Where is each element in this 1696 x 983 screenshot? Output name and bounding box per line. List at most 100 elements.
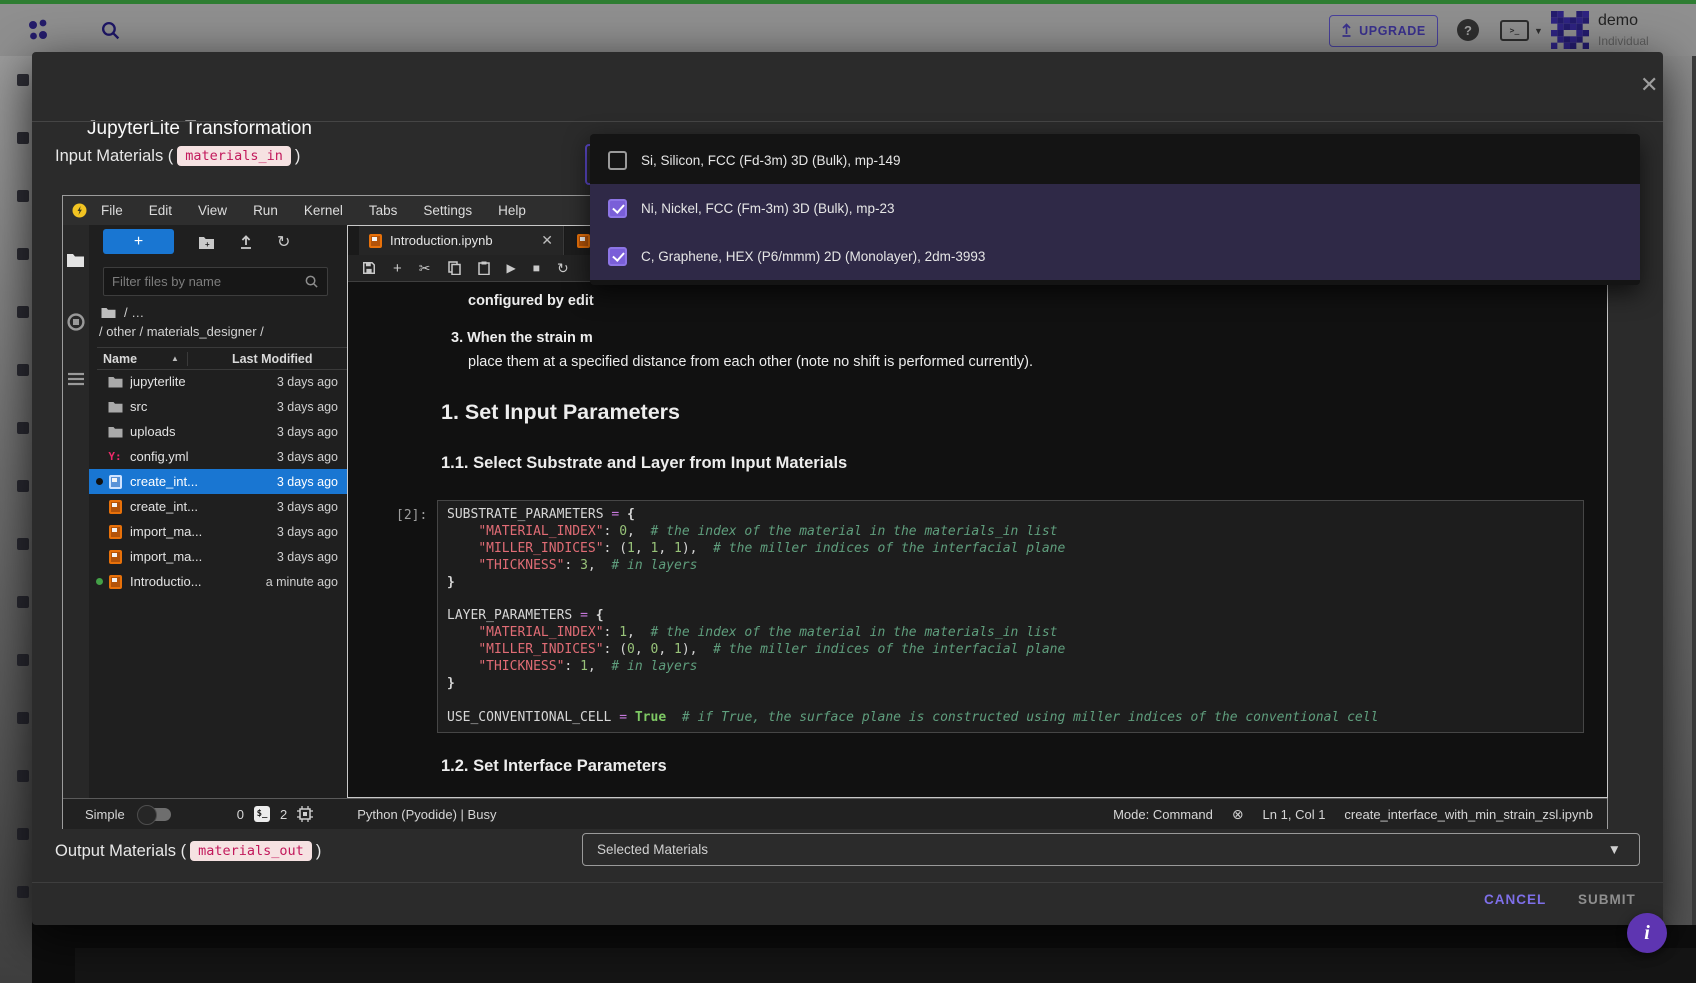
sidebar-app-icon[interactable] bbox=[17, 538, 29, 550]
filter-files-input[interactable]: Filter files by name bbox=[103, 267, 328, 296]
info-fab[interactable]: i bbox=[1627, 913, 1667, 953]
kernel-status[interactable]: Python (Pyodide) | Busy bbox=[357, 807, 496, 822]
file-modified: 3 days ago bbox=[277, 400, 338, 414]
notebook-icon bbox=[107, 475, 123, 489]
file-browser: + + ↻ Filter files by name / … bbox=[89, 225, 347, 798]
upload-icon[interactable] bbox=[239, 234, 253, 249]
search-icon[interactable] bbox=[100, 20, 121, 46]
menu-kernel[interactable]: Kernel bbox=[304, 203, 343, 218]
file-browser-tab-icon[interactable] bbox=[66, 252, 85, 273]
new-launcher-button[interactable]: + bbox=[103, 229, 174, 254]
sidebar-app-icon[interactable] bbox=[17, 132, 29, 144]
submit-button[interactable]: SUBMIT bbox=[1578, 892, 1636, 907]
breadcrumb[interactable]: / … bbox=[101, 305, 144, 320]
running-kernels-tab-icon[interactable] bbox=[67, 313, 85, 336]
checkbox-checked-icon[interactable] bbox=[608, 247, 627, 266]
file-name: create_int... bbox=[130, 474, 277, 489]
new-folder-icon[interactable]: + bbox=[198, 235, 215, 249]
sidebar-app-icon[interactable] bbox=[17, 654, 29, 666]
cut-icon[interactable]: ✂ bbox=[419, 260, 431, 277]
close-tab-icon[interactable]: ✕ bbox=[541, 232, 553, 249]
sidebar-app-icon[interactable] bbox=[17, 422, 29, 434]
menu-tabs[interactable]: Tabs bbox=[369, 203, 398, 218]
sidebar-app-icon[interactable] bbox=[17, 190, 29, 202]
column-name[interactable]: Name bbox=[103, 352, 137, 366]
simple-mode-label: Simple bbox=[85, 807, 125, 822]
sidebar-app-icon[interactable] bbox=[17, 306, 29, 318]
mat3ra-logo-icon[interactable] bbox=[26, 16, 50, 51]
menu-help[interactable]: Help bbox=[498, 203, 526, 218]
simple-mode-toggle[interactable] bbox=[139, 808, 171, 821]
menu-view[interactable]: View bbox=[198, 203, 227, 218]
file-row-import-ma-[interactable]: import_ma...3 days ago bbox=[89, 544, 347, 569]
checkbox-icon[interactable] bbox=[608, 151, 627, 170]
sidebar-app-icon[interactable] bbox=[17, 828, 29, 840]
file-row-create-int-[interactable]: create_int...3 days ago bbox=[89, 469, 347, 494]
trust-shield-icon: ⊗ bbox=[1232, 806, 1244, 823]
sidebar-app-icon[interactable] bbox=[17, 74, 29, 86]
table-of-contents-tab-icon[interactable] bbox=[67, 372, 85, 391]
sidebar-app-icon[interactable] bbox=[17, 364, 29, 376]
file-modified: 3 days ago bbox=[277, 450, 338, 464]
cancel-button[interactable]: CANCEL bbox=[1484, 892, 1546, 907]
save-icon[interactable] bbox=[362, 261, 376, 275]
file-list-header[interactable]: Name ▲ Last Modified bbox=[97, 347, 347, 370]
help-icon[interactable]: ? bbox=[1457, 19, 1479, 41]
close-icon[interactable]: ✕ bbox=[1640, 74, 1658, 96]
file-name: uploads bbox=[130, 424, 277, 439]
sidebar-app-icon[interactable] bbox=[17, 886, 29, 898]
file-modified: 3 days ago bbox=[277, 525, 338, 539]
sidebar-app-icon[interactable] bbox=[17, 770, 29, 782]
file-modified: a minute ago bbox=[266, 575, 338, 589]
sidebar-app-icon[interactable] bbox=[17, 480, 29, 492]
material-option[interactable]: Ni, Nickel, FCC (Fm-3m) 3D (Bulk), mp-23 bbox=[590, 184, 1640, 232]
notebook-content[interactable]: configured by edit 3. When the strain m … bbox=[348, 282, 1607, 797]
menu-settings[interactable]: Settings bbox=[423, 203, 472, 218]
output-materials-select[interactable]: Selected Materials ▼ bbox=[582, 833, 1640, 866]
copy-icon[interactable] bbox=[448, 261, 461, 275]
avatar[interactable] bbox=[1551, 11, 1589, 54]
cursor-position[interactable]: Ln 1, Col 1 bbox=[1263, 807, 1326, 822]
code-cell[interactable]: SUBSTRATE_PARAMETERS = { "MATERIAL_INDEX… bbox=[437, 500, 1584, 733]
app-right-edge bbox=[1663, 56, 1696, 925]
file-row-config-yml[interactable]: Y: config.yml3 days ago bbox=[89, 444, 347, 469]
svg-text:+: + bbox=[205, 240, 210, 249]
refresh-icon[interactable]: ↻ bbox=[557, 260, 569, 277]
file-row-src[interactable]: src3 days ago bbox=[89, 394, 347, 419]
file-row-uploads[interactable]: uploads3 days ago bbox=[89, 419, 347, 444]
breadcrumb-path[interactable]: / other / materials_designer / bbox=[99, 324, 264, 339]
yml-icon: Y: bbox=[107, 450, 123, 463]
file-name: import_ma... bbox=[130, 524, 277, 539]
tab-label: Introduction.ipynb bbox=[390, 233, 533, 248]
lightbulb-icon[interactable] bbox=[72, 203, 87, 218]
run-icon[interactable]: ▶ bbox=[507, 261, 516, 275]
material-option[interactable]: C, Graphene, HEX (P6/mmm) 2D (Monolayer)… bbox=[590, 232, 1640, 280]
file-modified: 3 days ago bbox=[277, 500, 338, 514]
file-row-import-ma-[interactable]: import_ma...3 days ago bbox=[89, 519, 347, 544]
sidebar-app-icon[interactable] bbox=[17, 712, 29, 724]
divider bbox=[32, 882, 1663, 883]
checkbox-checked-icon[interactable] bbox=[608, 199, 627, 218]
upgrade-button[interactable]: UPGRADE bbox=[1329, 15, 1438, 47]
material-option[interactable]: Si, Silicon, FCC (Fd-3m) 3D (Bulk), mp-1… bbox=[590, 136, 1640, 184]
stop-icon[interactable]: ■ bbox=[533, 261, 540, 275]
console-menu-button[interactable]: >_ ▼ bbox=[1500, 20, 1543, 41]
menu-run[interactable]: Run bbox=[253, 203, 278, 218]
file-row-jupyterlite[interactable]: jupyterlite3 days ago bbox=[89, 369, 347, 394]
code-line: } bbox=[447, 676, 1583, 693]
menu-edit[interactable]: Edit bbox=[149, 203, 172, 218]
add-icon[interactable]: + bbox=[393, 260, 402, 277]
menu-file[interactable]: File bbox=[101, 203, 123, 218]
file-name: config.yml bbox=[130, 449, 277, 464]
paste-icon[interactable] bbox=[478, 261, 490, 275]
mode-indicator[interactable]: Mode: Command bbox=[1113, 807, 1213, 822]
tab-introduction-ipynb[interactable]: Introduction.ipynb ✕ bbox=[359, 226, 564, 255]
file-modified: 3 days ago bbox=[277, 375, 338, 389]
sidebar-app-icon[interactable] bbox=[17, 596, 29, 608]
file-row-create-int-[interactable]: create_int...3 days ago bbox=[89, 494, 347, 519]
materials-in-code-chip: materials_in bbox=[177, 146, 291, 166]
refresh-icon[interactable]: ↻ bbox=[277, 232, 290, 252]
file-row-introductio-[interactable]: Introductio...a minute ago bbox=[89, 569, 347, 594]
column-last-modified[interactable]: Last Modified bbox=[232, 352, 313, 366]
sidebar-app-icon[interactable] bbox=[17, 248, 29, 260]
